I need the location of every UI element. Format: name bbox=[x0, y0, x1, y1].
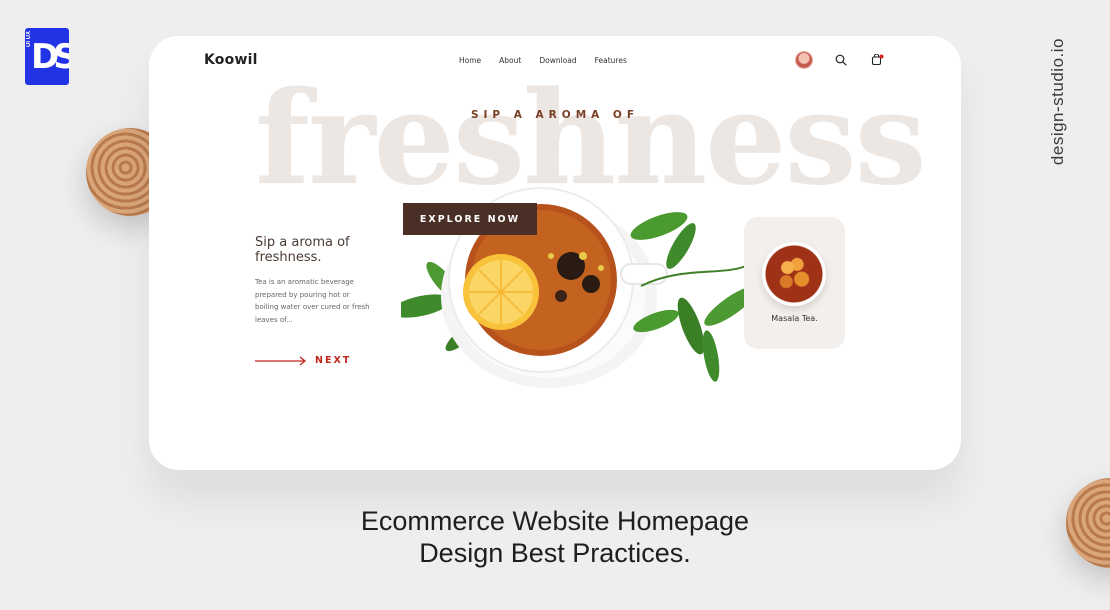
brand-logo[interactable]: Koowil bbox=[204, 52, 258, 68]
product-name: Masala Tea. bbox=[771, 314, 818, 323]
site-url: design-studio.io bbox=[1048, 38, 1067, 166]
next-link[interactable]: NEXT bbox=[255, 355, 351, 366]
explore-now-button[interactable]: EXPLORE NOW bbox=[403, 203, 537, 235]
next-label: NEXT bbox=[315, 355, 352, 366]
hero-tagline: SIP A AROMA OF bbox=[470, 109, 640, 121]
product-card-masala-tea[interactable]: Masala Tea. bbox=[744, 217, 845, 349]
badge-letters: DS bbox=[31, 37, 69, 77]
masala-tea-image bbox=[762, 242, 826, 306]
arrow-right-icon bbox=[255, 355, 307, 366]
design-studio-logo: UI UX DS bbox=[25, 28, 69, 85]
website-mockup-card: Koowil Home About Download Features fres… bbox=[149, 36, 961, 470]
tea-cup-illustration bbox=[401, 187, 758, 388]
hero-title: Sip a aroma of freshness. bbox=[255, 235, 350, 265]
caption-line-2: Design Best Practices. bbox=[419, 538, 691, 568]
caption-line-1: Ecommerce Website Homepage bbox=[360, 506, 750, 536]
page-caption: Ecommerce Website Homepage Design Best P… bbox=[0, 505, 1110, 569]
hero-description: Tea is an aromatic beverage prepared by … bbox=[255, 278, 370, 324]
